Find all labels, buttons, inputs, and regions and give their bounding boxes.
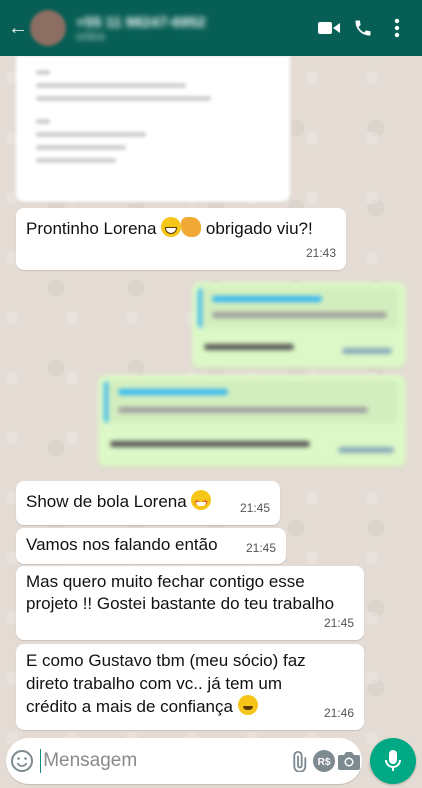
microphone-icon (385, 750, 401, 771)
incoming-message[interactable]: Mas quero muito fechar contigo esse proj… (16, 566, 364, 640)
contact-status: online (76, 30, 106, 43)
voice-message-button[interactable] (370, 738, 416, 784)
more-options-icon[interactable] (380, 18, 414, 38)
contact-avatar[interactable] (30, 10, 66, 46)
blurred-document-message[interactable] (16, 56, 290, 202)
message-input[interactable] (41, 741, 289, 781)
back-arrow-icon[interactable]: ← (8, 17, 28, 40)
message-time: 21:45 (239, 501, 270, 515)
blurred-outgoing-message[interactable] (98, 375, 406, 467)
video-call-icon[interactable] (312, 20, 346, 36)
camera-icon[interactable] (336, 750, 362, 772)
incoming-message[interactable]: Show de bola Lorena 21:45 (16, 481, 280, 525)
payment-icon[interactable]: R$ (312, 749, 336, 773)
beaming-face-emoji (161, 217, 182, 237)
contact-info[interactable]: +55 11 98247-6952 online (76, 14, 312, 43)
blurred-outgoing-message[interactable] (192, 282, 406, 368)
message-time: 21:45 (245, 541, 276, 555)
svg-text:R$: R$ (318, 757, 331, 768)
grinning-face-emoji (237, 695, 258, 715)
message-time: 21:46 (323, 706, 354, 720)
star-struck-emoji (191, 490, 212, 514)
incoming-message[interactable]: Prontinho Lorena obrigado viu?! 21:43 (16, 208, 346, 270)
message-text: E como Gustavo tbm (meu sócio) faz diret… (26, 651, 306, 716)
handshake-emoji (181, 217, 202, 237)
emoji-icon[interactable] (10, 749, 34, 773)
attach-icon[interactable] (288, 750, 312, 772)
message-text: Prontinho Lorena (26, 219, 157, 238)
incoming-message[interactable]: E como Gustavo tbm (meu sócio) faz diret… (16, 644, 364, 730)
message-text: Show de bola Lorena (26, 492, 187, 511)
message-text-continued: obrigado viu?! (205, 219, 313, 238)
incoming-message[interactable]: Vamos nos falando então 21:45 (16, 528, 286, 564)
message-compose-bar: R$ (6, 738, 362, 784)
voice-call-icon[interactable] (346, 18, 380, 38)
contact-name: +55 11 98247-6952 (76, 13, 206, 31)
message-time: 21:45 (323, 616, 354, 630)
message-text: Vamos nos falando então (26, 535, 218, 554)
chat-header: ← +55 11 98247-6952 online (0, 0, 422, 56)
message-time: 21:43 (305, 246, 336, 260)
message-text: Mas quero muito fechar contigo esse proj… (26, 572, 335, 613)
